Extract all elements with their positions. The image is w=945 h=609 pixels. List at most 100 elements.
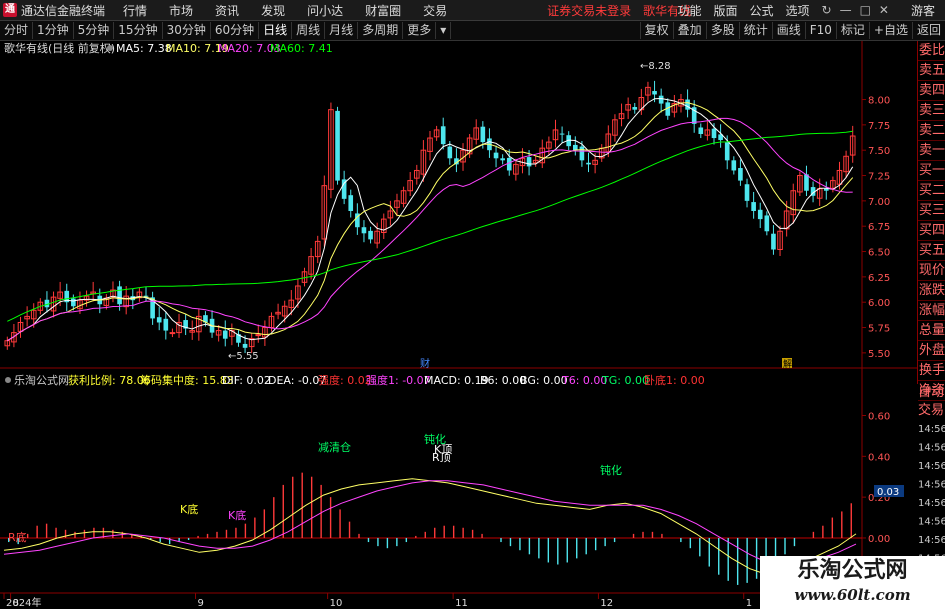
price-tick-label: 6.75 xyxy=(868,222,890,233)
time-tick-label: 14:56 xyxy=(918,461,945,472)
sub-tick-label: 0.00 xyxy=(868,534,890,545)
menu-item-banmian[interactable]: 版面 xyxy=(713,2,737,19)
side-item-waipan[interactable]: 外盘 xyxy=(918,341,945,361)
btn-tongji[interactable]: 统计 xyxy=(738,22,772,39)
candle-body-down xyxy=(698,127,704,134)
side-item-weibi[interactable]: 委比 xyxy=(918,41,945,61)
trade-login-notice[interactable]: 证券交易未登录 xyxy=(547,2,631,19)
date-tick-label: 11 xyxy=(455,598,468,609)
period-60min[interactable]: 60分钟 xyxy=(211,22,260,39)
menu-item-gongshi[interactable]: 公式 xyxy=(749,2,773,19)
side-item-sell2[interactable]: 卖二 xyxy=(918,121,945,141)
period-30min[interactable]: 30分钟 xyxy=(163,22,211,39)
period-multi[interactable]: 多周期 xyxy=(358,22,404,39)
sub-legend-0: 乐淘公式网 xyxy=(14,374,69,387)
period-weekly[interactable]: 周线 xyxy=(292,22,326,39)
cai-marker: 财 xyxy=(420,357,430,370)
side-item-buy3[interactable]: 买三 xyxy=(918,201,945,221)
menu-item-zixun[interactable]: 资讯 xyxy=(215,2,239,19)
btn-huaxian[interactable]: 画线 xyxy=(771,22,805,39)
price-tick-label: 7.00 xyxy=(868,197,890,208)
candle-body-down xyxy=(480,126,486,143)
btn-fuquan[interactable]: 复权 xyxy=(639,22,673,39)
menu-item-caifuquan[interactable]: 财富圈 xyxy=(365,2,401,19)
side-item-jiaoyi[interactable]: 交易 xyxy=(917,402,945,420)
side-item-sell5[interactable]: 卖五 xyxy=(918,61,945,81)
side-item-sell3[interactable]: 卖三 xyxy=(918,101,945,121)
period-more-chevron-icon[interactable]: ▾ xyxy=(436,22,452,39)
date-tick-label: 1 xyxy=(746,598,752,609)
btn-zixuan[interactable]: +自选 xyxy=(868,22,912,39)
candle-body-down xyxy=(335,110,340,181)
side-item-zidong[interactable]: 自动 xyxy=(917,384,945,402)
candle-body-down xyxy=(117,286,122,305)
price-tick-label: 6.00 xyxy=(868,298,890,309)
price-tick-label: 8.00 xyxy=(868,96,890,107)
sub-legend-5: 强度: 0.02 xyxy=(318,373,372,387)
sub-legend-1: 获利比例: 78.06 xyxy=(68,373,151,387)
sub-legend-6: 强度1: -0.07 xyxy=(366,373,431,387)
side-item-xianjia[interactable]: 现价 xyxy=(918,261,945,281)
btn-duogu[interactable]: 多股 xyxy=(705,22,739,39)
legend-toggle-icon[interactable] xyxy=(107,45,113,51)
period-more[interactable]: 更多 xyxy=(403,22,437,39)
side-item-buy4[interactable]: 买四 xyxy=(918,221,945,241)
time-tick-label: 14:56 xyxy=(918,498,945,509)
side-item-buy5[interactable]: 买五 xyxy=(918,241,945,261)
candle-body-down xyxy=(586,162,591,165)
sub-tick-label: 0.40 xyxy=(868,452,890,463)
candle-body-down xyxy=(658,95,664,104)
signal-label: K底 xyxy=(228,508,246,522)
ma-legend: MA5: 7.38 MA10: 7.19 MA20: 7.03 MA60: 7.… xyxy=(116,42,333,55)
signal-label: K底 xyxy=(180,502,198,516)
side-item-huanshou[interactable]: 换手 xyxy=(918,361,945,381)
btn-biaoji[interactable]: 标记 xyxy=(835,22,869,39)
sub-legend-toggle-icon[interactable] xyxy=(5,377,11,383)
minimize-icon[interactable]: — xyxy=(840,3,852,17)
side-item-sell4[interactable]: 卖四 xyxy=(918,81,945,101)
side-item-zongliang[interactable]: 总量 xyxy=(918,321,945,341)
period-1min[interactable]: 1分钟 xyxy=(33,22,74,39)
menu-item-xuanxiang[interactable]: 选项 xyxy=(786,2,810,19)
menu-item-gongneng[interactable]: 功能 xyxy=(677,2,701,19)
maximize-icon[interactable]: □ xyxy=(860,3,871,17)
candle-body-down xyxy=(738,168,743,181)
right-time-ticks: 14:5614:5614:5614:5614:5614:5614:5614:56 xyxy=(918,424,945,565)
side-item-zhangdie[interactable]: 涨跌 xyxy=(918,281,945,301)
side-item-buy2[interactable]: 买二 xyxy=(918,181,945,201)
period-fenshi[interactable]: 分时 xyxy=(0,22,34,39)
menu-item-jiaoyi[interactable]: 交易 xyxy=(423,2,447,19)
menu-item-hangqing[interactable]: 行情 xyxy=(123,2,147,19)
menu-item-shichang[interactable]: 市场 xyxy=(169,2,193,19)
menu-item-faxian[interactable]: 发现 xyxy=(261,2,285,19)
btn-diejia[interactable]: 叠加 xyxy=(672,22,706,39)
side-item-zhangfu[interactable]: 涨幅 xyxy=(918,301,945,321)
toolbar-right: 复权 叠加 多股 统计 画线 F10 标记 +自选 返回 xyxy=(639,21,945,40)
candle-body-down xyxy=(440,126,446,145)
date-tick-label: 12 xyxy=(600,598,613,609)
signal-label: R顶 xyxy=(432,451,451,464)
kline-chart[interactable]: 歌华有线(日线 前复权) MA5: 7.38 MA10: 7.19 MA20: … xyxy=(0,41,945,609)
candle-body-down xyxy=(348,195,354,211)
side-item-sell1[interactable]: 卖一 xyxy=(918,141,945,161)
close-icon[interactable]: ✕ xyxy=(879,3,889,17)
tdx-logo-icon: 通 xyxy=(3,3,17,17)
btn-f10[interactable]: F10 xyxy=(804,22,836,39)
sub-legend-9: BG: 0.00 xyxy=(520,374,568,387)
date-tick-label: 10 xyxy=(330,598,343,609)
period-monthly[interactable]: 月线 xyxy=(325,22,359,39)
signal-label: R底 xyxy=(8,530,27,544)
menu-item-wenxiaoda[interactable]: 问小达 xyxy=(307,2,343,19)
time-tick-label: 14:56 xyxy=(918,443,945,454)
period-15min[interactable]: 15分钟 xyxy=(114,22,163,39)
period-daily[interactable]: 日线 xyxy=(259,22,293,39)
user-label[interactable]: 游客 xyxy=(911,2,935,19)
candle-body-down xyxy=(771,233,776,250)
btn-fanhui[interactable]: 返回 xyxy=(911,22,945,39)
candle-body-up xyxy=(169,332,176,335)
period-5min[interactable]: 5分钟 xyxy=(74,22,115,39)
candle-body-down xyxy=(724,142,730,161)
side-item-buy1[interactable]: 买一 xyxy=(918,161,945,181)
refresh-icon[interactable]: ↻ xyxy=(822,3,832,17)
price-tick-label: 7.25 xyxy=(868,172,890,183)
